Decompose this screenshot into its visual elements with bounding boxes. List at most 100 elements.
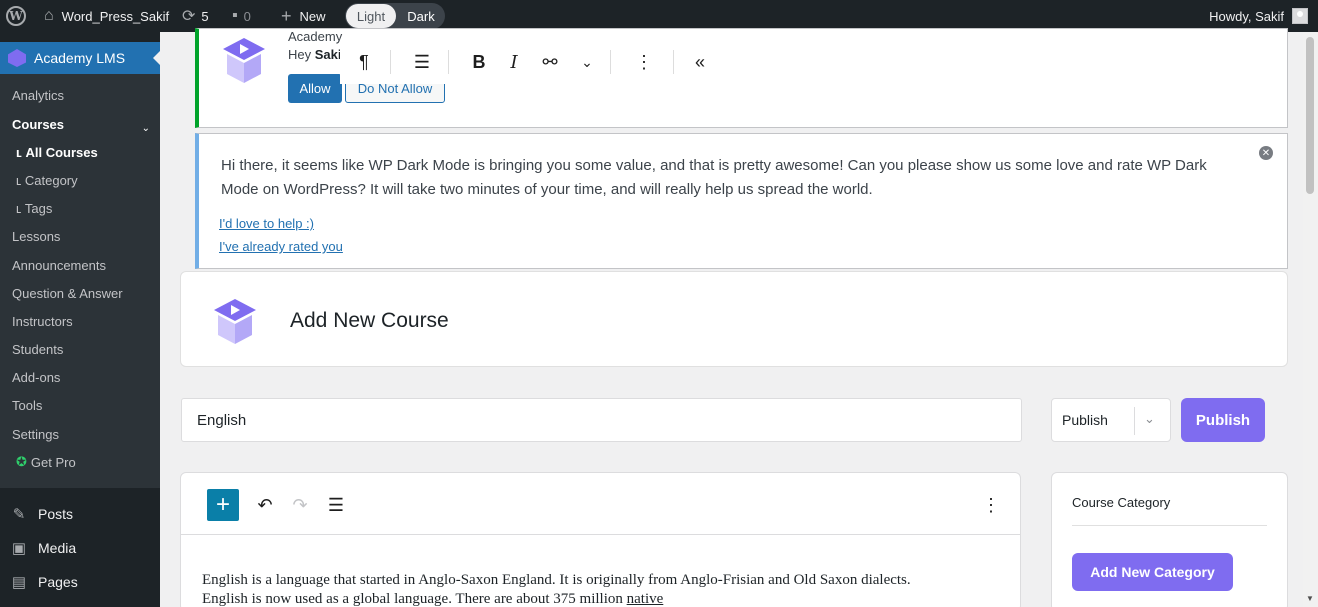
menu-pages[interactable]: ▤ Pages [10, 572, 78, 592]
list-view-icon[interactable]: ☰ [324, 493, 348, 517]
already-rated-link[interactable]: I've already rated you [219, 239, 343, 254]
menu-media[interactable]: ▣ Media [10, 538, 76, 558]
academy-lms-icon [8, 49, 26, 67]
site-name-label: Word_Press_Sakif [61, 8, 170, 24]
wordpress-logo-button[interactable]: W [6, 0, 28, 32]
plus-icon: + [281, 5, 292, 26]
select-divider [1134, 407, 1135, 435]
chevron-down-icon[interactable]: ⌄ [575, 50, 599, 74]
course-category-panel: Course Category Add New Category [1051, 472, 1288, 607]
avatar [1292, 8, 1308, 24]
editor-toolbar: + ↶ ↷ ☰ ⋮ [181, 473, 1020, 535]
submenu-category-label: Category [24, 172, 78, 188]
link-icon[interactable]: ⚯ [538, 50, 562, 74]
toolbar-divider [610, 50, 611, 74]
more-options-icon[interactable]: ⋮ [632, 50, 656, 74]
rating-notice-text: Hi there, it seems like WP Dark Mode is … [221, 157, 1207, 198]
bold-icon[interactable]: B [467, 50, 491, 74]
submenu-analytics[interactable]: Analytics [12, 85, 64, 105]
course-title-input[interactable]: English [181, 398, 1022, 442]
submenu-announcements[interactable]: Announcements [12, 255, 106, 275]
dark-mode-toggle[interactable]: Light Dark [345, 3, 445, 29]
add-new-category-button[interactable]: Add New Category [1072, 553, 1233, 591]
menu-pages-label: Pages [38, 574, 78, 590]
align-icon[interactable]: ☰ [410, 50, 434, 74]
submenu-instructors[interactable]: Instructors [12, 311, 73, 331]
divider [1072, 525, 1267, 526]
submenu-all-courses[interactable]: ʟ All Courses [16, 142, 98, 162]
howdy-label: Howdy, Sakif [1209, 8, 1284, 24]
scroll-down-icon[interactable]: ▼ [1306, 594, 1314, 603]
comment-icon: ▪ [232, 7, 238, 24]
home-icon: ⌂ [44, 7, 54, 24]
academy-logo-icon [223, 38, 265, 83]
academy-logo-icon [214, 299, 256, 344]
submenu-category[interactable]: ʟ Category [16, 170, 78, 190]
page-title: Add New Course [290, 309, 449, 332]
submenu-all-courses-label: All Courses [25, 144, 98, 160]
allow-button[interactable]: Allow [288, 74, 342, 103]
academy-submenu: Analytics Courses ⌄ ʟ All Courses ʟ Cate… [0, 74, 160, 488]
status-select-value: Publish [1062, 412, 1108, 428]
submenu-add-ons[interactable]: Add-ons [12, 367, 60, 387]
chevron-down-icon: ⌄ [141, 123, 150, 134]
media-icon: ▣ [11, 540, 27, 557]
submenu-indent-icon: ʟ [16, 144, 26, 160]
badge-icon: ✪ [16, 454, 27, 469]
italic-icon[interactable]: I [502, 50, 526, 74]
notice-title: Academy [288, 29, 343, 44]
comments-count: 0 [243, 8, 251, 24]
menu-media-label: Media [38, 540, 77, 556]
course-editor: + ↶ ↷ ☰ ⋮ English is a language that sta… [180, 472, 1021, 607]
pushpin-icon: ✎ [12, 506, 26, 523]
add-block-button[interactable]: + [207, 489, 239, 521]
page-icon: ▤ [11, 574, 27, 591]
toggle-dark-option[interactable]: Dark [398, 4, 444, 28]
page-scrollbar[interactable]: ▼ [1303, 32, 1318, 607]
description-line-1: English is a language that started in An… [202, 572, 911, 588]
course-description[interactable]: English is a language that started in An… [202, 571, 1002, 607]
description-link[interactable]: native [627, 591, 664, 607]
publish-button[interactable]: Publish [1181, 398, 1265, 442]
submenu-tags[interactable]: ʟ Tags [16, 198, 52, 218]
new-label: New [299, 8, 326, 24]
updates-count: 5 [201, 8, 209, 24]
submenu-students[interactable]: Students [12, 339, 63, 359]
scrollbar-thumb[interactable] [1306, 37, 1314, 194]
redo-icon[interactable]: ↷ [288, 493, 312, 517]
submenu-indent-icon: ʟ [16, 172, 25, 188]
site-name-link[interactable]: ⌂ Word_Press_Sakif [44, 0, 169, 32]
menu-posts-label: Posts [38, 506, 74, 522]
course-category-title: Course Category [1072, 495, 1171, 510]
submenu-lessons[interactable]: Lessons [12, 226, 60, 246]
block-toolbar: ¶ ☰ B I ⚯ ⌄ ⋮ « [340, 40, 720, 84]
chevron-down-icon: ⌄ [1144, 411, 1155, 426]
submenu-tags-label: Tags [24, 200, 53, 216]
close-icon[interactable]: ✕ [1259, 146, 1273, 160]
course-header-card: Add New Course [180, 271, 1288, 367]
collapse-icon[interactable]: « [688, 50, 712, 74]
toggle-light-option[interactable]: Light [346, 4, 396, 28]
admin-sidebar: Academy LMS Analytics Courses ⌄ ʟ All Co… [0, 32, 161, 607]
undo-icon[interactable]: ↶ [253, 493, 277, 517]
description-line-2: English is now used as a global language… [202, 591, 627, 607]
toolbar-divider [390, 50, 391, 74]
submenu-courses[interactable]: Courses [12, 114, 64, 134]
toolbar-divider [448, 50, 449, 74]
submenu-indent-icon: ʟ [16, 200, 25, 216]
submenu-settings[interactable]: Settings [12, 424, 59, 444]
wordpress-icon: W [6, 6, 26, 26]
submenu-get-pro[interactable]: ✪ Get Pro [16, 452, 76, 472]
menu-posts[interactable]: ✎ Posts [10, 504, 73, 524]
submenu-question-answer[interactable]: Question & Answer [12, 283, 123, 303]
submenu-tools[interactable]: Tools [12, 395, 42, 415]
current-menu-arrow [153, 50, 161, 66]
notice-greeting: Hey Sakif [288, 47, 346, 62]
toolbar-divider [673, 50, 674, 74]
paragraph-icon[interactable]: ¶ [352, 50, 376, 74]
menu-academy-lms[interactable]: Academy LMS [0, 42, 161, 74]
love-to-help-link[interactable]: I'd love to help :) [219, 216, 314, 231]
more-options-icon[interactable]: ⋮ [979, 493, 1003, 517]
dark-mode-rating-notice: Hi there, it seems like WP Dark Mode is … [195, 133, 1288, 269]
status-select[interactable]: Publish ⌄ [1051, 398, 1171, 442]
